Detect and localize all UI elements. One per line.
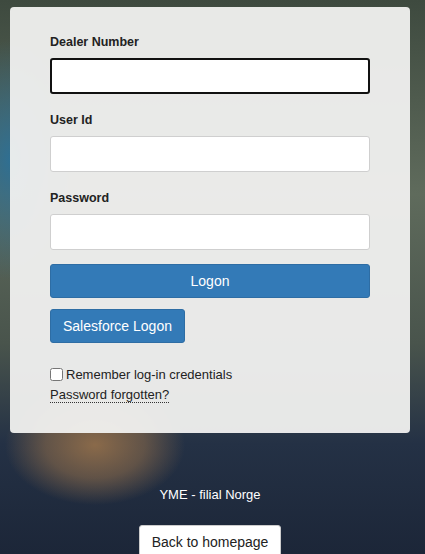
- form-field: Dealer Number: [50, 35, 370, 94]
- form-field: Password: [50, 191, 370, 250]
- remember-row: Remember log-in credentials: [50, 367, 370, 382]
- password-forgotten-link[interactable]: Password forgotten?: [50, 387, 169, 403]
- remember-checkbox[interactable]: [50, 368, 63, 381]
- logon-button[interactable]: Logon: [50, 264, 370, 298]
- field-input[interactable]: [50, 58, 370, 94]
- salesforce-logon-button[interactable]: Salesforce Logon: [50, 309, 185, 343]
- field-label: User Id: [50, 113, 370, 127]
- field-input[interactable]: [50, 136, 370, 172]
- field-input[interactable]: [50, 214, 370, 250]
- field-label: Dealer Number: [50, 35, 370, 49]
- branch-name: YME - filial Norge: [159, 487, 260, 503]
- login-panel: Dealer Number User Id Password Logon Salesfo…: [10, 7, 410, 433]
- back-to-homepage-button[interactable]: Back to homepage: [139, 525, 282, 554]
- footer: YME - filial Norge Back to homepage: [10, 433, 410, 554]
- field-label: Password: [50, 191, 370, 205]
- form-field: User Id: [50, 113, 370, 172]
- page: Dealer Number User Id Password Logon Salesfo…: [0, 0, 425, 554]
- remember-label[interactable]: Remember log-in credentials: [66, 367, 232, 382]
